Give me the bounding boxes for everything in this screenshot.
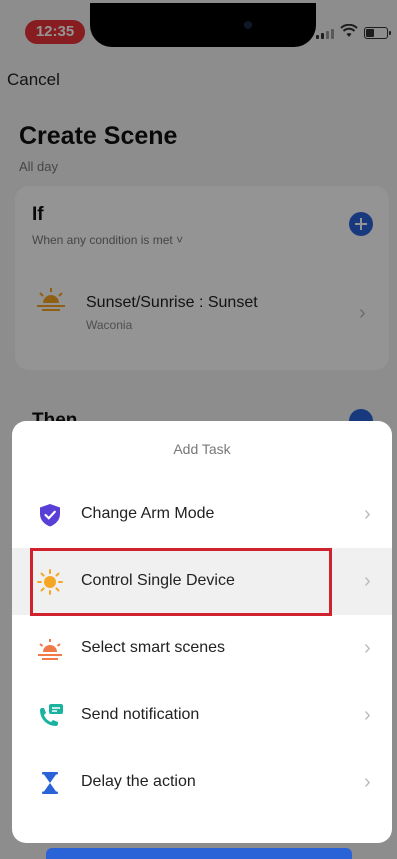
chevron-right-icon: ›	[364, 704, 371, 726]
task-label: Change Arm Mode	[81, 505, 215, 522]
save-button-edge	[46, 848, 352, 859]
phone-message-icon	[40, 704, 63, 726]
chevron-right-icon: ›	[364, 503, 371, 525]
sunset-icon	[38, 639, 62, 660]
task-select-smart-scenes[interactable]: Select smart scenes ›	[12, 615, 392, 682]
highlight-box	[30, 548, 332, 616]
task-change-arm-mode[interactable]: Change Arm Mode ›	[12, 481, 392, 548]
phone-screen: 12:35 Cancel Create Scene All day If Whe…	[0, 0, 397, 859]
task-label: Send notification	[81, 706, 200, 723]
chevron-right-icon: ›	[364, 637, 371, 659]
task-send-notification[interactable]: Send notification ›	[12, 682, 392, 749]
task-label: Delay the action	[81, 773, 196, 790]
task-label: Select smart scenes	[81, 639, 226, 656]
sheet-title: Add Task	[173, 441, 231, 457]
chevron-right-icon: ›	[364, 771, 371, 793]
shield-icon	[40, 504, 60, 527]
add-task-sheet: Add Task Change Arm Mode › Control Singl…	[12, 421, 392, 843]
chevron-right-icon: ›	[364, 570, 371, 592]
hourglass-icon	[42, 772, 58, 794]
task-delay-the-action[interactable]: Delay the action ›	[12, 749, 392, 816]
